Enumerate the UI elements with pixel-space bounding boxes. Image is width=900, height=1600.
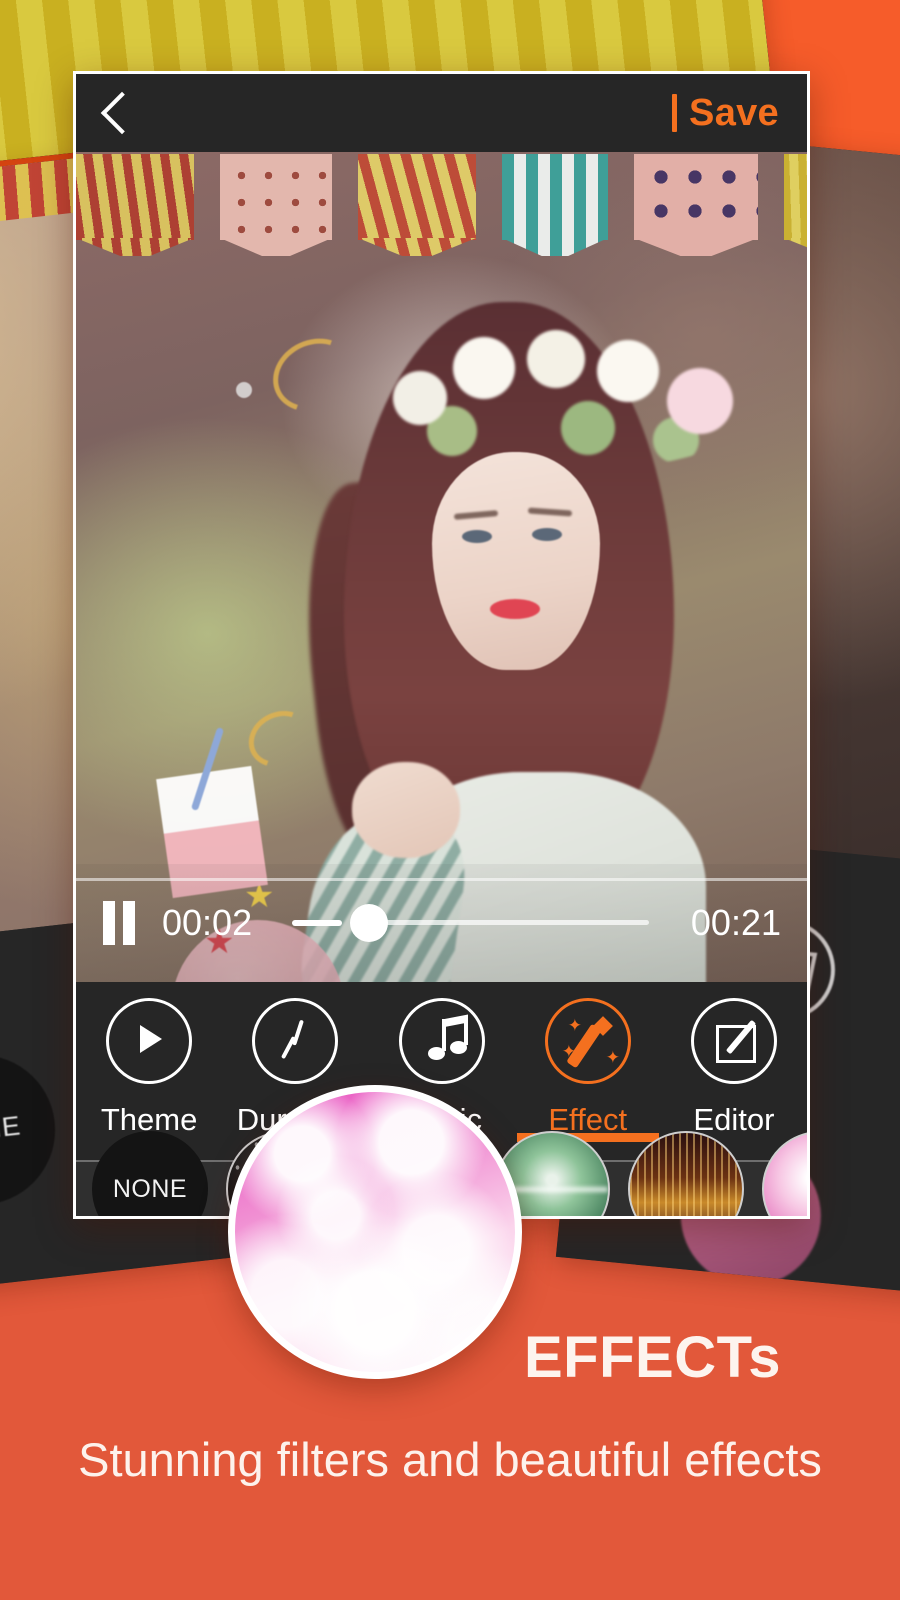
download-icon[interactable] bbox=[708, 1217, 746, 1219]
effect-item-city[interactable] bbox=[628, 1131, 746, 1219]
subject-face bbox=[432, 452, 600, 670]
promo-title: EFFECTs bbox=[524, 1325, 781, 1390]
magic-wand-icon: ✦ ✦ ✦ bbox=[544, 998, 631, 1084]
clock-hand-minute bbox=[281, 1036, 297, 1060]
bunting-flag bbox=[76, 154, 194, 240]
bunting-gap bbox=[476, 152, 502, 256]
seek-bar[interactable] bbox=[292, 904, 649, 942]
bunting-gap bbox=[194, 152, 220, 256]
tab-effect[interactable]: ✦ ✦ ✦ Effect bbox=[515, 982, 661, 1142]
flower-crown bbox=[364, 320, 764, 470]
seek-bar-fill bbox=[292, 920, 342, 926]
bunting-gap bbox=[608, 152, 634, 256]
wand-sparkle: ✦ bbox=[567, 1016, 582, 1035]
effect-magnified-preview bbox=[228, 1085, 522, 1379]
pause-button[interactable] bbox=[76, 901, 162, 945]
edit-pencil-icon bbox=[690, 998, 777, 1084]
current-time: 00:02 bbox=[162, 902, 253, 943]
chevron-left-icon bbox=[100, 91, 144, 135]
total-time: 00:21 bbox=[690, 902, 781, 943]
pause-icon bbox=[99, 901, 119, 945]
subject-eye bbox=[532, 528, 562, 541]
back-button[interactable] bbox=[76, 74, 168, 152]
bunting-gap bbox=[332, 152, 358, 256]
subject-hand bbox=[352, 762, 460, 858]
wand-sparkle: ✦ bbox=[605, 1048, 620, 1067]
wand-sparkle: ✦ bbox=[561, 1042, 576, 1061]
tab-theme[interactable]: Theme bbox=[76, 982, 222, 1138]
bunting-flag bbox=[220, 154, 332, 240]
flag-dots bbox=[220, 154, 332, 240]
seek-bar-rest bbox=[384, 920, 649, 925]
bunting-flag bbox=[358, 154, 476, 240]
bunting-flag bbox=[634, 154, 758, 240]
effect-thumbnail bbox=[628, 1131, 744, 1216]
video-preview[interactable]: ★ ★ ★ 00:02 00:21 bbox=[76, 152, 807, 982]
pause-icon-bar bbox=[123, 901, 135, 945]
save-button[interactable]: Save bbox=[672, 92, 807, 135]
bunting-decoration bbox=[76, 152, 807, 256]
save-divider-icon bbox=[672, 94, 678, 132]
promo-subtitle: Stunning filters and beautiful effects bbox=[78, 1433, 822, 1486]
confetti-dot bbox=[236, 382, 252, 398]
download-icon[interactable] bbox=[574, 1217, 612, 1219]
play-circle-icon bbox=[106, 998, 193, 1084]
flag-dots bbox=[634, 154, 758, 240]
bunting-gap bbox=[758, 152, 784, 256]
seek-bar-handle[interactable] bbox=[350, 904, 388, 942]
tab-editor[interactable]: Editor bbox=[661, 982, 807, 1138]
bunting-flag bbox=[784, 154, 807, 240]
clock-icon bbox=[252, 998, 339, 1084]
app-header: Save bbox=[76, 74, 807, 152]
subject-lips bbox=[490, 599, 540, 619]
phone-screen-card: Save 00:02 00:21 Theme ✦ ✦ ✦ Effect Edit… bbox=[73, 71, 810, 1219]
subject-eye bbox=[462, 530, 492, 543]
effect-none-label: NONE bbox=[112, 1174, 188, 1203]
music-note-icon bbox=[398, 998, 485, 1084]
preview-top-divider bbox=[76, 878, 807, 881]
player-controls: 00:02 00:21 bbox=[76, 864, 807, 982]
screenshot-root: |Save NONE 0:21 Editor Save bbox=[0, 0, 900, 1600]
bunting-flag bbox=[502, 154, 608, 240]
save-label: Save bbox=[689, 91, 779, 134]
clock-hand-hour bbox=[292, 1019, 305, 1046]
